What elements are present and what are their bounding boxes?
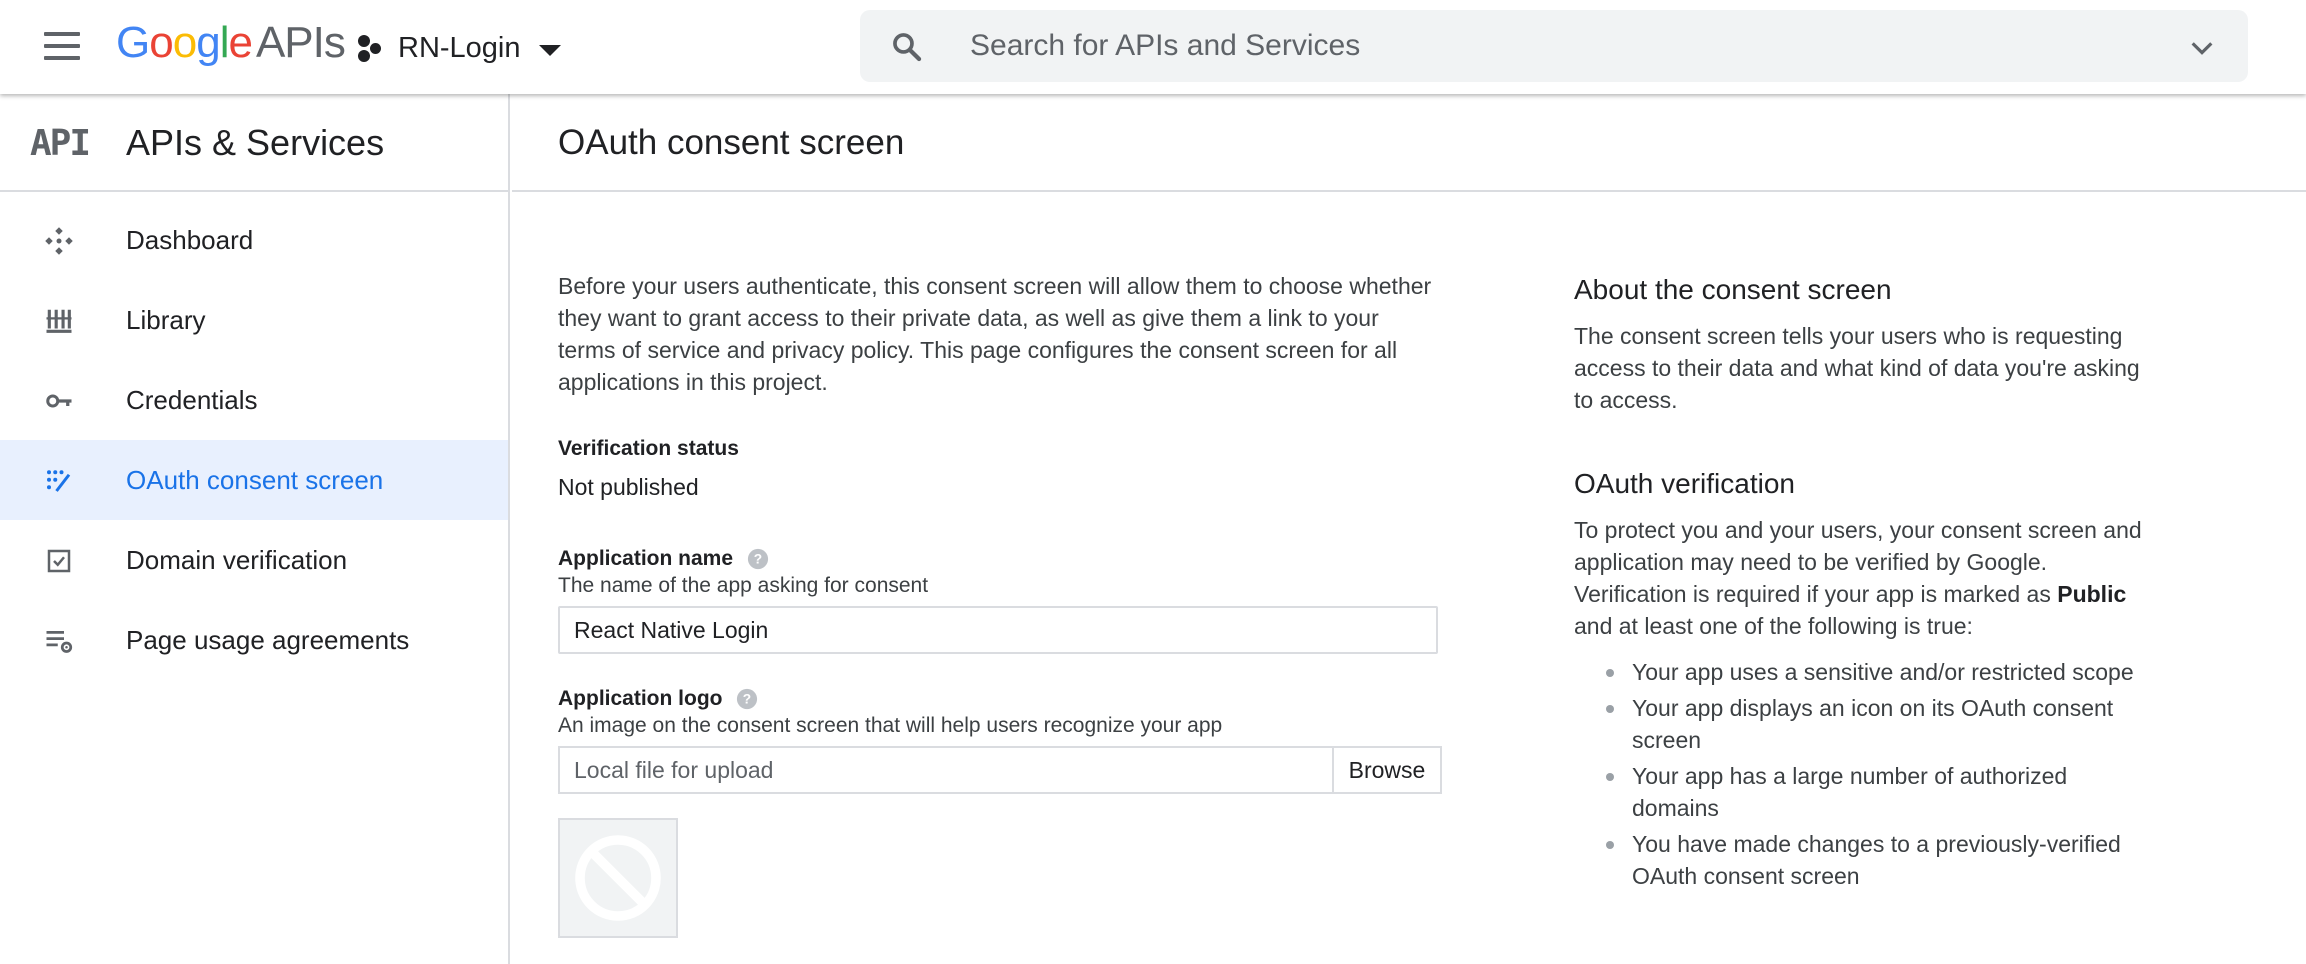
application-name-description: The name of the app asking for consent	[558, 574, 929, 597]
sidebar-item-label: Dashboard	[126, 224, 254, 255]
search-bar	[860, 10, 2248, 82]
help-icon[interactable]: ?	[747, 548, 769, 570]
verification-text: To protect you and your users, your cons…	[1574, 517, 2142, 639]
help-icon[interactable]: ?	[736, 688, 758, 710]
chevron-down-icon[interactable]	[2186, 32, 2218, 64]
application-logo-description: An image on the consent screen that will…	[558, 714, 1223, 737]
about-text: The consent screen tells your users who …	[1574, 323, 2140, 413]
google-apis-logo[interactable]: GoogleAPIs	[116, 18, 346, 68]
api-icon: API	[30, 123, 91, 164]
sidebar-item-label: Domain verification	[126, 544, 348, 575]
sidebar-title: APIs & Services	[126, 122, 385, 163]
top-bar: GoogleAPIs RN-Login	[0, 0, 2306, 94]
settings-list-icon	[46, 631, 73, 653]
key-icon	[46, 394, 72, 408]
project-selector[interactable]: RN-Login	[356, 26, 561, 70]
dashboard-icon	[45, 227, 73, 255]
application-logo-field: Application logo ? An image on the conse…	[558, 686, 1442, 938]
file-upload-row: Browse	[558, 746, 1442, 794]
checkbox-icon	[47, 549, 71, 573]
consent-form: Before your users authenticate, this con…	[558, 270, 1442, 938]
list-item: Your app uses a sensitive and/or restric…	[1574, 656, 2154, 688]
consent-icon	[47, 470, 71, 492]
list-item: You have made changes to a previously-ve…	[1574, 828, 2154, 892]
sidebar-nav: Dashboard Library Credentials OAuth cons…	[0, 192, 508, 680]
sidebar-item-label: Credentials	[126, 384, 258, 415]
application-name-input[interactable]	[558, 606, 1438, 654]
sidebar-item-library[interactable]: Library	[0, 280, 508, 360]
project-name: RN-Login	[398, 31, 521, 64]
sidebar-item-credentials[interactable]: Credentials	[0, 360, 508, 440]
sidebar-item-label: Library	[126, 304, 206, 335]
no-image-icon	[575, 835, 661, 921]
logo-file-input[interactable]	[558, 746, 1332, 794]
verification-criteria-list: Your app uses a sensitive and/or restric…	[1574, 656, 2154, 892]
intro-text: Before your users authenticate, this con…	[558, 273, 1432, 395]
sidebar-item-label: Page usage agreements	[126, 624, 410, 655]
verification-status-label: Verification status	[558, 437, 739, 460]
search-icon[interactable]	[890, 30, 924, 64]
sidebar-item-domain-verification[interactable]: Domain verification	[0, 520, 508, 600]
logo-preview	[558, 818, 678, 938]
application-name-field: Application name ? The name of the app a…	[558, 546, 1438, 654]
application-name-label: Application name	[558, 547, 734, 570]
svg-text:?: ?	[754, 552, 762, 567]
library-icon	[46, 309, 72, 333]
caret-down-icon	[538, 44, 561, 56]
sidebar-item-oauth-consent-screen[interactable]: OAuth consent screen	[0, 440, 508, 520]
menu-icon[interactable]	[38, 26, 86, 66]
application-logo-label: Application logo	[558, 687, 723, 710]
main-header: OAuth consent screen	[512, 94, 2306, 192]
sidebar-item-label: OAuth consent screen	[126, 464, 384, 495]
list-item: Your app displays an icon on its OAuth c…	[1574, 692, 2154, 756]
about-title: About the consent screen	[1574, 274, 1892, 305]
project-icon	[356, 33, 386, 63]
browse-button[interactable]: Browse	[1332, 746, 1442, 794]
svg-text:?: ?	[743, 692, 751, 707]
verification-status-value: Not published	[558, 474, 699, 500]
sidebar-header: API APIs & Services	[0, 94, 508, 192]
sidebar: API APIs & Services Dashboard Library Cr…	[0, 94, 510, 964]
search-input[interactable]	[970, 24, 2130, 68]
sidebar-item-dashboard[interactable]: Dashboard	[0, 200, 508, 280]
verification-status: Verification status Not published	[558, 436, 1438, 502]
info-panel: About the consent screen The consent scr…	[1574, 272, 2154, 896]
page-title: OAuth consent screen	[558, 123, 905, 162]
sidebar-item-page-usage-agreements[interactable]: Page usage agreements	[0, 600, 508, 680]
list-item: Your app has a large number of authorize…	[1574, 760, 2154, 824]
verification-title: OAuth verification	[1574, 468, 1795, 499]
